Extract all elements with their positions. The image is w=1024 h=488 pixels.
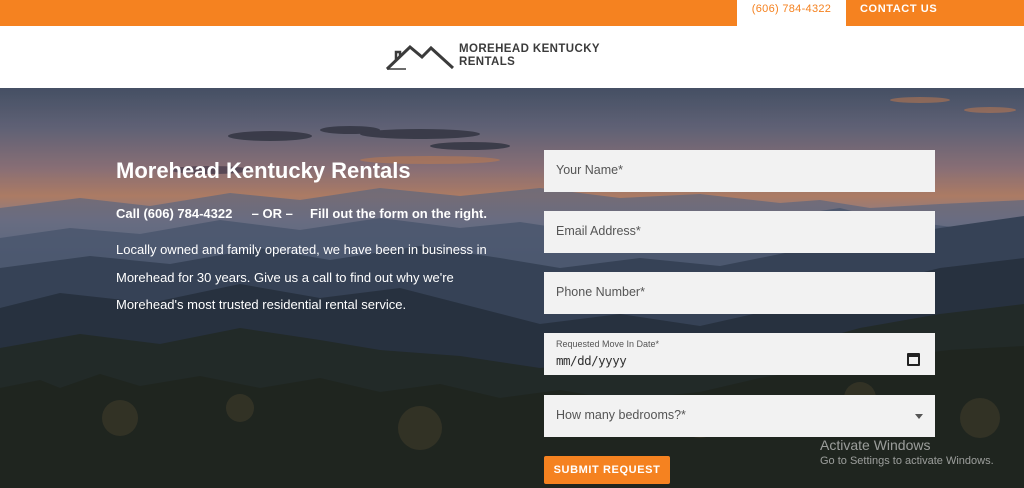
site-header: MOREHEAD KENTUCKY RENTALS: [0, 26, 1024, 88]
bedrooms-placeholder: How many bedrooms?*: [556, 408, 686, 422]
logo-line-2: RENTALS: [459, 56, 516, 68]
roof-logo-icon: [386, 44, 454, 71]
phone-field[interactable]: Phone Number*: [544, 272, 935, 314]
or-separator: – OR –: [251, 206, 293, 221]
email-field[interactable]: Email Address*: [544, 211, 935, 253]
phone-placeholder: Phone Number*: [556, 285, 645, 299]
name-field[interactable]: Your Name*: [544, 150, 935, 192]
calendar-icon[interactable]: [907, 353, 920, 366]
fill-form-text: Fill out the form on the right.: [310, 206, 487, 221]
move-in-date-label: Requested Move In Date*: [556, 339, 660, 349]
chevron-down-icon: [915, 414, 923, 419]
submit-request-button[interactable]: SUBMIT REQUEST: [544, 456, 670, 484]
email-placeholder: Email Address*: [556, 224, 641, 238]
top-bar: (606) 784-4322 CONTACT US: [0, 0, 1024, 26]
contact-us-link[interactable]: CONTACT US: [860, 0, 937, 18]
phone-link[interactable]: (606) 784-4322: [737, 0, 846, 26]
call-line: Call (606) 784-4322 – OR – Fill out the …: [116, 206, 487, 221]
watermark-line-2: Go to Settings to activate Windows.: [820, 455, 994, 467]
page-title: Morehead Kentucky Rentals: [116, 158, 411, 183]
move-in-date-value: mm/dd/yyyy: [556, 353, 627, 368]
name-placeholder: Your Name*: [556, 163, 623, 177]
activate-windows-watermark: Activate Windows Go to Settings to activ…: [820, 437, 994, 467]
description-text: Locally owned and family operated, we ha…: [116, 242, 487, 312]
move-in-date-field[interactable]: Requested Move In Date* mm/dd/yyyy: [544, 333, 935, 375]
site-logo[interactable]: MOREHEAD KENTUCKY RENTALS: [386, 41, 616, 73]
call-text: Call (606) 784-4322: [116, 206, 233, 221]
logo-line-1: MOREHEAD KENTUCKY: [459, 43, 600, 55]
hero-section: Morehead Kentucky Rentals Call (606) 784…: [0, 88, 1024, 488]
watermark-line-1: Activate Windows: [820, 437, 931, 453]
bedrooms-select[interactable]: How many bedrooms?*: [544, 395, 935, 437]
